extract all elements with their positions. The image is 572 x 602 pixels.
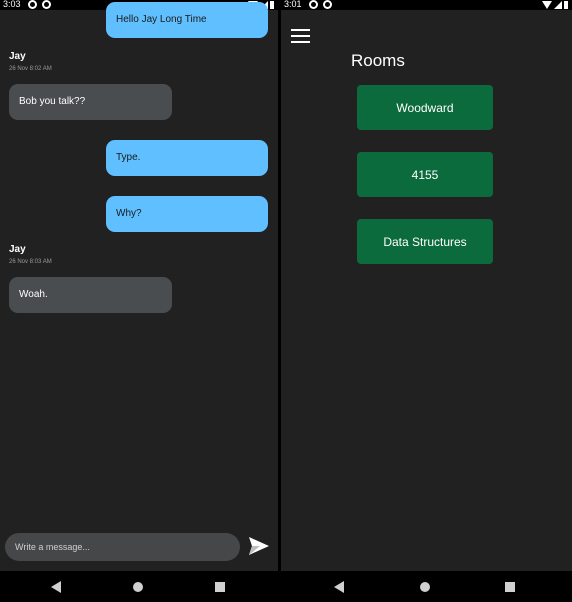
recent-apps-icon[interactable] (215, 582, 225, 592)
battery-icon (564, 1, 568, 9)
send-icon (249, 537, 269, 555)
message-composer (5, 533, 240, 561)
message-sender: Jay (9, 244, 26, 255)
chat-screen: 3:03 Hello Jay Long Time Jay 26 Nov 8:02… (0, 0, 278, 602)
battery-icon (270, 1, 274, 9)
message-bubble-incoming: Woah. (9, 277, 172, 313)
notification-icon (309, 0, 318, 9)
notification-icon (28, 0, 37, 9)
room-button-4155[interactable]: 4155 (357, 152, 493, 197)
home-icon[interactable] (420, 582, 430, 592)
recent-apps-icon[interactable] (505, 582, 515, 592)
message-timestamp: 26 Nov 8:03 AM (9, 259, 52, 265)
message-bubble-outgoing: Type. (106, 140, 268, 176)
room-button-data-structures[interactable]: Data Structures (357, 219, 493, 264)
room-button-woodward[interactable]: Woodward (357, 85, 493, 130)
message-bubble-outgoing: Why? (106, 196, 268, 232)
back-icon[interactable] (334, 581, 344, 593)
status-bar: 3:01 (281, 0, 572, 10)
message-sender: Jay (9, 51, 26, 62)
home-icon[interactable] (133, 582, 143, 592)
message-bubble-outgoing: Hello Jay Long Time (106, 2, 268, 38)
message-input[interactable] (5, 533, 240, 561)
hamburger-menu-icon[interactable] (291, 29, 310, 43)
navigation-bar (281, 571, 572, 602)
message-bubble-incoming: Bob you talk?? (9, 84, 172, 120)
sync-icon (42, 0, 51, 9)
rooms-screen: 3:01 Rooms Woodward 4155 Data Structures (281, 0, 572, 602)
navigation-bar (0, 571, 278, 602)
status-time: 3:03 (3, 0, 21, 9)
send-button[interactable] (248, 536, 270, 556)
signal-icon (554, 1, 562, 9)
message-timestamp: 26 Nov 8:02 AM (9, 66, 52, 72)
back-icon[interactable] (51, 581, 61, 593)
status-time: 3:01 (284, 0, 302, 9)
page-title: Rooms (351, 51, 405, 70)
sync-icon (323, 0, 332, 9)
wifi-icon (542, 1, 552, 9)
